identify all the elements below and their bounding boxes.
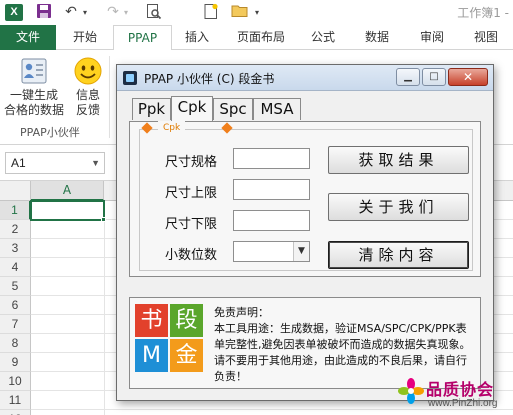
logo-tile: M	[135, 339, 168, 372]
tab-ppap[interactable]: PPAP	[113, 25, 172, 51]
author-logo: 书 段 M 金	[135, 304, 203, 372]
open-folder-icon[interactable]	[230, 3, 250, 22]
row-header[interactable]: 5	[0, 277, 31, 296]
tab-page-layout[interactable]: 页面布局	[229, 25, 293, 50]
chevron-down-icon[interactable]: ▼	[293, 242, 309, 261]
undo-icon[interactable]: ↶	[62, 3, 80, 22]
tab-cpk[interactable]: Cpk	[171, 96, 213, 121]
row-header[interactable]: 1	[0, 201, 31, 220]
tab-formulas[interactable]: 公式	[303, 25, 343, 50]
row-header[interactable]: 10	[0, 372, 31, 391]
row-header[interactable]: 8	[0, 334, 31, 353]
upper-limit-label: 尺寸上限	[165, 186, 218, 201]
print-preview-icon[interactable]	[144, 3, 164, 22]
maximize-icon: □	[429, 71, 439, 82]
select-all-corner[interactable]	[0, 181, 31, 201]
ribbon-group-label: PPAP小伙伴	[20, 126, 80, 139]
row-header[interactable]: 9	[0, 353, 31, 372]
logo-tile: 金	[170, 339, 203, 372]
generate-data-label-line2: 合格的数据	[4, 103, 65, 117]
decimal-places-label: 小数位数	[165, 248, 218, 263]
quick-access-toolbar: X ↶ ▾ ↷ ▾ ▾ 工作簿1 -	[0, 0, 513, 25]
generate-data-label-line1: 一键生成	[9, 88, 58, 102]
disclaimer-title: 免责声明：	[214, 306, 269, 319]
lower-limit-input[interactable]	[233, 210, 310, 231]
fill-handle[interactable]	[101, 217, 106, 222]
ribbon-group-separator	[109, 56, 110, 138]
row-header[interactable]: 4	[0, 258, 31, 277]
dialog-title: PPAP 小伙伴 (C) 段金书	[144, 72, 275, 86]
disclaimer-body: 本工具用途：生成数据，验证MSA/SPC/CPK/PPK表单完整性,避免因表单被…	[214, 322, 471, 351]
feedback-label-line2: 反馈	[75, 103, 100, 117]
redo-dropdown-icon[interactable]: ▾	[121, 3, 131, 22]
minimize-icon: ▁	[404, 71, 412, 82]
tab-file[interactable]: 文件	[0, 25, 56, 50]
row-header[interactable]: 12	[0, 410, 31, 415]
disclaimer-text: 免责声明： 本工具用途：生成数据，验证MSA/SPC/CPK/PPK表单完整性,…	[214, 305, 476, 385]
ppap-dialog: PPAP 小伙伴 (C) 段金书 ▁ □ ✕ Ppk Cpk Spc MSA C…	[116, 64, 494, 401]
get-result-button[interactable]: 获取结果	[328, 146, 469, 174]
tab-home[interactable]: 开始	[62, 25, 108, 50]
ribbon-tab-bar: 文件 开始 PPAP 插入 页面布局 公式 数据 审阅 视图	[0, 25, 513, 51]
row-header[interactable]: 7	[0, 315, 31, 334]
watermark: 品质协会 www.PinZhi.org	[398, 376, 511, 414]
row-header[interactable]: 11	[0, 391, 31, 410]
feedback-label-line1: 信息	[75, 88, 100, 102]
column-gridline	[104, 201, 105, 415]
spec-input[interactable]	[233, 148, 310, 169]
new-document-icon[interactable]	[201, 3, 221, 22]
redo-icon[interactable]: ↷	[104, 3, 122, 22]
watermark-url: www.PinZhi.org	[428, 398, 498, 409]
logo-tile: 段	[170, 304, 203, 337]
document-title: 工作簿1 -	[457, 6, 509, 20]
undo-dropdown-icon[interactable]: ▾	[80, 3, 90, 22]
close-button[interactable]: ✕	[448, 68, 488, 86]
about-us-button[interactable]: 关于我们	[328, 193, 469, 221]
tab-insert[interactable]: 插入	[177, 25, 217, 50]
row-header[interactable]: 2	[0, 220, 31, 239]
lower-limit-label: 尺寸下限	[165, 217, 218, 232]
name-box-value: A1	[11, 156, 26, 170]
excel-logo-icon: X	[5, 4, 23, 21]
tab-data[interactable]: 数据	[357, 25, 397, 50]
upper-limit-input[interactable]	[233, 179, 310, 200]
flower-logo-icon	[398, 378, 424, 404]
save-icon[interactable]	[34, 3, 54, 22]
maximize-button[interactable]: □	[422, 68, 446, 86]
row-header[interactable]: 6	[0, 296, 31, 315]
generate-data-button[interactable]: 一键生成 合格的数据	[4, 54, 64, 118]
active-cell-a1[interactable]	[30, 200, 105, 221]
spec-label: 尺寸规格	[165, 155, 218, 170]
dialog-titlebar[interactable]: PPAP 小伙伴 (C) 段金书 ▁ □ ✕	[117, 65, 493, 91]
column-header-a[interactable]: A	[31, 181, 104, 201]
row-header[interactable]: 3	[0, 239, 31, 258]
close-icon: ✕	[462, 70, 474, 84]
tab-review[interactable]: 审阅	[412, 25, 452, 50]
smiley-icon	[74, 57, 102, 85]
row-headers: 123456789101112	[0, 201, 31, 415]
tab-spc[interactable]: Spc	[213, 98, 253, 120]
clear-content-button[interactable]: 清除内容	[328, 241, 469, 269]
tab-ppk[interactable]: Ppk	[132, 98, 171, 120]
chevron-down-icon[interactable]: ▼	[91, 153, 100, 173]
customize-toolbar-icon[interactable]: ▾	[252, 3, 262, 22]
name-box[interactable]: A1 ▼	[5, 152, 105, 174]
tab-msa[interactable]: MSA	[253, 98, 301, 120]
feedback-button[interactable]: 信息 反馈	[70, 54, 106, 118]
watermark-name: 品质协会	[426, 380, 495, 399]
cpk-group-label: Cpk	[158, 121, 186, 135]
logo-tile: 书	[135, 304, 168, 337]
decimal-places-select[interactable]: ▼	[233, 241, 310, 262]
form-icon	[21, 58, 47, 84]
app-window-icon	[123, 71, 137, 85]
tab-view[interactable]: 视图	[466, 25, 506, 50]
minimize-button[interactable]: ▁	[396, 68, 420, 86]
